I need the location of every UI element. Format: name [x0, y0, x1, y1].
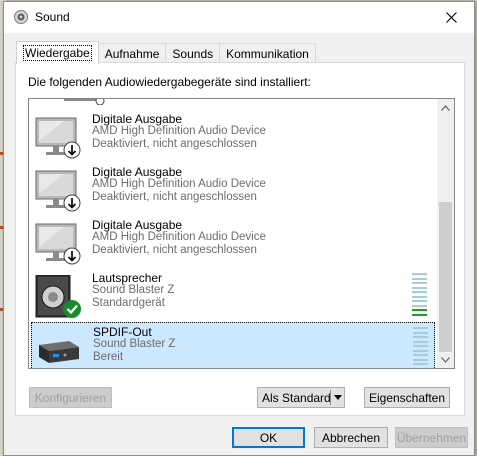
speaker-icon — [35, 275, 81, 318]
meter-segment — [413, 345, 428, 348]
chevron-down-icon — [334, 395, 342, 400]
meter-segment — [413, 340, 428, 343]
panel-description: Die folgenden Audiowiedergabegeräte sind… — [28, 75, 311, 89]
meter-segment — [413, 331, 428, 334]
cancel-button[interactable]: Abbrechen — [314, 427, 388, 448]
tab-strip: Wiedergabe Aufnahme Sounds Kommunikation — [16, 41, 316, 64]
meter-segment — [413, 336, 428, 339]
playback-panel: Die folgenden Audiowiedergabegeräte sind… — [15, 62, 465, 416]
scroll-up-button[interactable] — [437, 99, 454, 116]
tab-aufnahme[interactable]: Aufnahme — [97, 43, 167, 63]
device-status: Bereit — [93, 351, 124, 363]
meter-segment — [413, 327, 428, 329]
tab-kommunikation[interactable]: Kommunikation — [219, 43, 316, 63]
meter-segment — [413, 367, 428, 368]
close-button[interactable] — [428, 2, 474, 33]
meter-segment — [412, 309, 427, 312]
tab-label: Sounds — [172, 46, 214, 61]
tab-wiedergabe[interactable]: Wiedergabe — [16, 41, 99, 64]
monitor-icon — [35, 223, 81, 265]
meter-segment — [412, 291, 427, 294]
spdif-device-icon — [39, 341, 79, 363]
device-item[interactable]: Digitale Ausgabe AMD High Definition Aud… — [31, 216, 435, 268]
meter-segment — [413, 363, 428, 366]
chevron-up-icon — [441, 104, 450, 111]
properties-button[interactable]: Eigenschaften — [364, 387, 450, 408]
device-name: Digitale Ausgabe — [92, 165, 183, 179]
vertical-scrollbar[interactable] — [437, 99, 454, 368]
device-item[interactable]: Digitale Ausgabe AMD High Definition Aud… — [31, 163, 435, 215]
set-default-label: Als Standard — [262, 391, 331, 405]
sound-dialog: Sound Wiedergabe Aufnahme Sounds Kommuni… — [3, 1, 475, 456]
device-list[interactable]: Digitale Ausgabe AMD High Definition Aud… — [28, 98, 455, 369]
monitor-icon — [64, 99, 105, 105]
monitor-icon — [35, 170, 81, 212]
level-meter — [413, 327, 428, 368]
meter-segment — [412, 273, 427, 275]
device-driver: Sound Blaster Z — [93, 338, 176, 350]
level-meter — [412, 273, 427, 316]
ok-button[interactable]: OK — [232, 427, 305, 448]
meter-segment — [412, 277, 427, 280]
device-name: Digitale Ausgabe — [92, 218, 183, 232]
device-driver: Sound Blaster Z — [92, 284, 175, 296]
device-status: Deaktiviert, nicht angeschlossen — [92, 191, 257, 203]
meter-segment — [412, 313, 427, 316]
monitor-icon — [35, 117, 81, 159]
title-bar[interactable]: Sound — [4, 2, 474, 33]
device-item-selected[interactable]: SPDIF-Out Sound Blaster Z Bereit — [31, 322, 435, 368]
meter-segment — [412, 304, 427, 307]
meter-segment — [413, 358, 428, 361]
meter-segment — [413, 354, 428, 357]
configure-button[interactable]: Konfigurieren — [29, 387, 112, 408]
speaker-app-icon — [14, 10, 28, 24]
meter-segment — [412, 282, 427, 285]
device-name: Lautsprecher — [92, 271, 163, 285]
device-item[interactable]: Lautsprecher Sound Blaster Z Standardger… — [31, 269, 435, 321]
device-status: Deaktiviert, nicht angeschlossen — [92, 138, 257, 150]
device-driver: AMD High Definition Audio Device — [92, 125, 266, 137]
device-name: Digitale Ausgabe — [92, 112, 183, 126]
scroll-thumb[interactable] — [439, 202, 452, 352]
device-driver: AMD High Definition Audio Device — [92, 178, 266, 190]
meter-segment — [412, 286, 427, 289]
device-driver: AMD High Definition Audio Device — [92, 231, 266, 243]
device-item[interactable]: Digitale Ausgabe AMD High Definition Aud… — [31, 110, 435, 162]
meter-segment — [412, 295, 427, 298]
tab-label: Aufnahme — [104, 46, 160, 61]
tab-label: Wiedergabe — [23, 45, 92, 61]
device-name: SPDIF-Out — [93, 325, 152, 339]
window-title: Sound — [35, 10, 70, 24]
meter-segment — [412, 300, 427, 303]
device-status: Deaktiviert, nicht angeschlossen — [92, 244, 257, 256]
set-default-dropdown[interactable] — [332, 388, 344, 407]
set-default-split-button[interactable]: Als Standard — [257, 387, 345, 408]
tab-sounds[interactable]: Sounds — [165, 43, 221, 63]
tab-label: Kommunikation — [226, 46, 309, 61]
chevron-down-icon — [441, 356, 450, 363]
apply-button[interactable]: Übernehmen — [395, 427, 468, 448]
device-status: Standardgerät — [92, 297, 165, 309]
scroll-down-button[interactable] — [437, 351, 454, 368]
split-divider — [330, 390, 331, 405]
close-icon — [445, 12, 457, 23]
meter-segment — [413, 349, 428, 352]
